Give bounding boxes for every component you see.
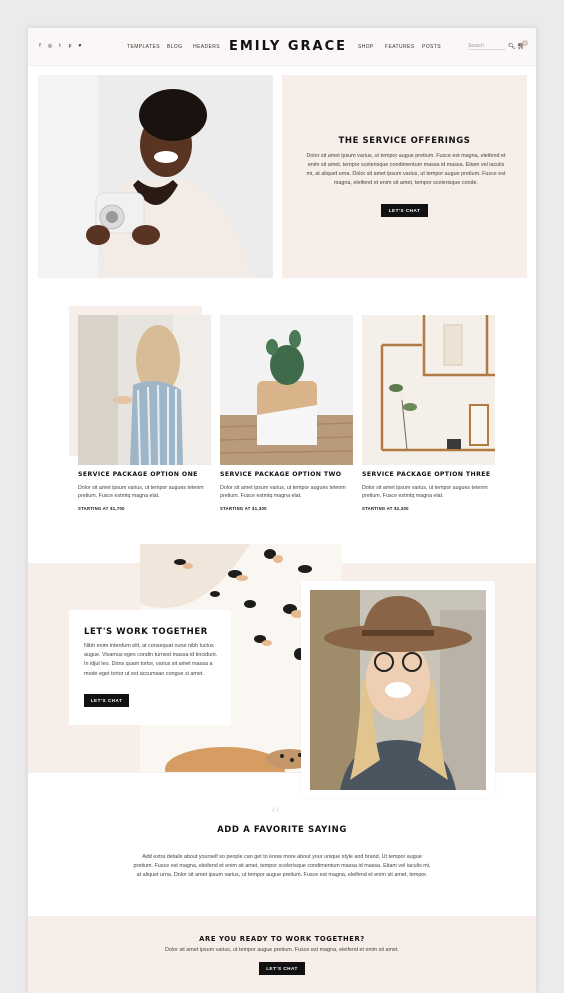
work-description: Nibh enim interdum elit, at consequat nu… xyxy=(84,643,218,677)
nav-features[interactable]: FEATURES xyxy=(385,44,415,50)
cta-title: ARE YOU READY TO WORK TOGETHER? xyxy=(199,935,365,943)
saying-description: Add extra details about yourself so peop… xyxy=(133,854,431,878)
package-two-price: STARTING AT $1,300 xyxy=(220,506,267,511)
package-two-description: Dolor sit amet ipsum varius, ut tempor a… xyxy=(220,485,346,499)
quote-mark-icon: “ xyxy=(270,803,281,827)
package-one-description: Dolor sit amet ipsum varius, ut tempor a… xyxy=(78,485,204,499)
cta-description: Dolor sit amet ipsum varius, ut tempor a… xyxy=(165,947,399,953)
services-intro-panel: THE SERVICE OFFERINGS Dolor sit amet ips… xyxy=(282,75,527,278)
nav-headers[interactable]: HEADERS xyxy=(193,44,220,50)
cta-section: ARE YOU READY TO WORK TOGETHER? Dolor si… xyxy=(28,916,536,993)
package-two-title: SERVICE PACKAGE OPTION TWO xyxy=(220,471,342,478)
hero-photo-woman-camera xyxy=(38,75,273,278)
package-three-photo xyxy=(362,315,495,465)
nav-blog[interactable]: BLOG xyxy=(167,44,183,50)
package-one-title: SERVICE PACKAGE OPTION ONE xyxy=(78,471,198,478)
package-three-price: STARTING AT $2,300 xyxy=(362,506,409,511)
smiling-woman-frame xyxy=(301,581,495,798)
package-one-photo xyxy=(78,315,211,465)
website-page: f ◎ t p ♥ TEMPLATES BLOG HEADERS EMILY G… xyxy=(28,28,536,993)
search-icon[interactable]: 🔍︎ xyxy=(508,43,516,50)
package-three-description: Dolor sit amet ipsum varius, ut tempor a… xyxy=(362,485,488,499)
package-one-price: STARTING AT $1,700 xyxy=(78,506,125,511)
work-title: LET'S WORK TOGETHER xyxy=(84,627,208,637)
cta-lets-chat-button[interactable]: LET'S CHAT xyxy=(259,962,305,975)
search-input[interactable]: Search xyxy=(468,43,506,50)
site-header: f ◎ t p ♥ TEMPLATES BLOG HEADERS EMILY G… xyxy=(28,28,536,66)
lets-chat-button[interactable]: LET'S CHAT xyxy=(381,204,428,217)
social-links: f ◎ t p ♥ xyxy=(37,43,83,49)
work-lets-chat-button[interactable]: LET'S CHAT xyxy=(84,694,129,707)
site-logo[interactable]: EMILY GRACE xyxy=(218,39,358,54)
heart-icon[interactable]: ♥ xyxy=(77,43,83,49)
instagram-icon[interactable]: ◎ xyxy=(47,43,53,49)
pinterest-icon[interactable]: p xyxy=(67,43,73,49)
services-title: THE SERVICE OFFERINGS xyxy=(338,136,471,146)
facebook-icon[interactable]: f xyxy=(37,43,43,49)
services-description: Dolor sit amet ipsum varius, ut tempor a… xyxy=(306,153,506,186)
package-two-photo xyxy=(220,315,353,465)
cart-count-badge: 0 xyxy=(522,40,528,46)
nav-shop[interactable]: SHOP xyxy=(358,44,374,50)
nav-posts[interactable]: POSTS xyxy=(422,44,441,50)
nav-templates[interactable]: TEMPLATES xyxy=(127,44,160,50)
twitter-icon[interactable]: t xyxy=(57,43,63,49)
package-three-title: SERVICE PACKAGE OPTION THREE xyxy=(362,471,491,478)
work-card: LET'S WORK TOGETHER Nibh enim interdum e… xyxy=(69,610,231,725)
saying-title: ADD A FAVORITE SAYING xyxy=(217,825,347,835)
